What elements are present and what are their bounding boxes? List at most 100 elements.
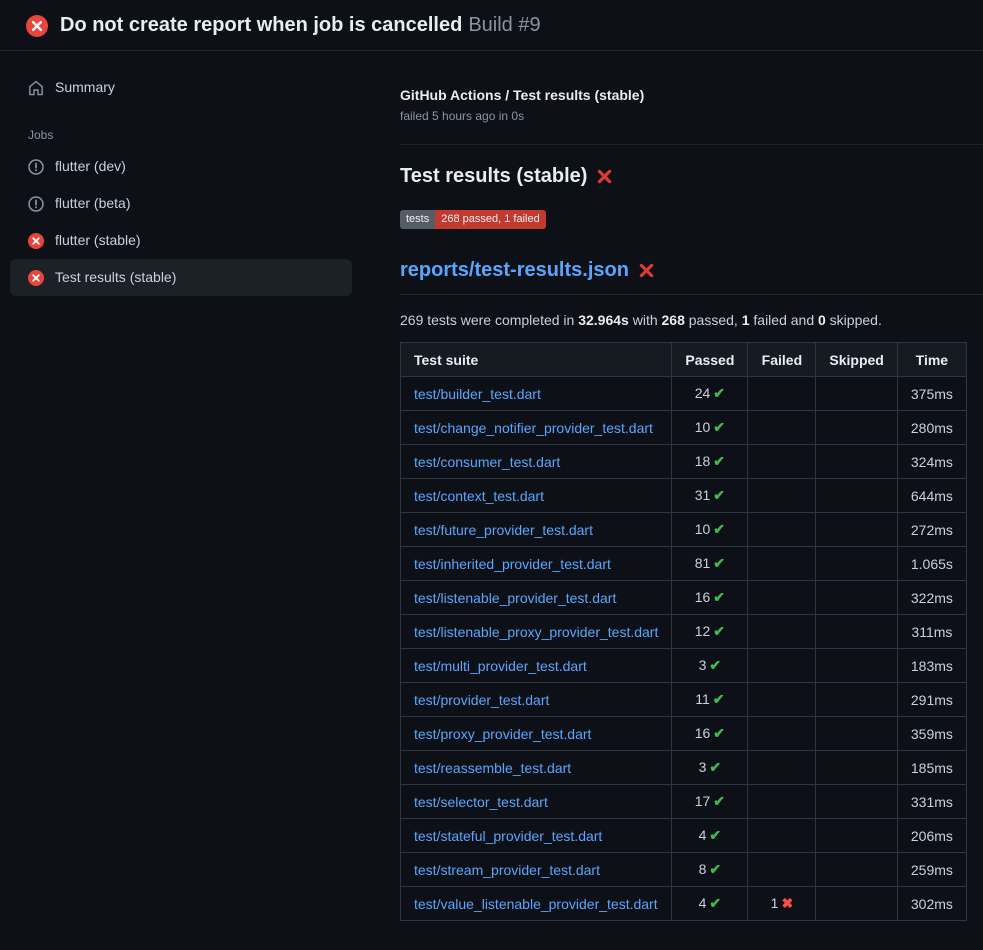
report-link[interactable]: reports/test-results.json [400, 259, 629, 282]
passed-cell: 24✔ [672, 377, 748, 411]
sidebar-item-label: flutter (dev) [55, 158, 126, 175]
suite-cell: test/listenable_proxy_provider_test.dart [401, 615, 672, 649]
skipped-cell [816, 479, 897, 513]
breadcrumb: GitHub Actions / Test results (stable) [400, 87, 983, 103]
suite-link[interactable]: test/selector_test.dart [414, 794, 548, 810]
section-title-text: Test results (stable) [400, 165, 587, 188]
check-icon: ✔ [709, 895, 721, 911]
suite-cell: test/listenable_provider_test.dart [401, 581, 672, 615]
check-icon: ✔ [709, 827, 721, 843]
suite-link[interactable]: test/context_test.dart [414, 488, 544, 504]
col-time: Time [897, 343, 966, 377]
failed-cell [748, 445, 816, 479]
home-icon [28, 80, 44, 96]
suite-link[interactable]: test/provider_test.dart [414, 692, 549, 708]
check-icon: ✔ [713, 487, 725, 503]
time-cell: 322ms [897, 581, 966, 615]
col-test-suite: Test suite [401, 343, 672, 377]
failed-cell [748, 819, 816, 853]
time-cell: 206ms [897, 819, 966, 853]
passed-cell: 3✔ [672, 751, 748, 785]
suite-link[interactable]: test/inherited_provider_test.dart [414, 556, 611, 572]
suite-link[interactable]: test/stream_provider_test.dart [414, 862, 600, 878]
table-row: test/value_listenable_provider_test.dart… [401, 887, 967, 921]
check-icon: ✔ [713, 453, 725, 469]
sidebar-item-flutter-dev[interactable]: flutter (dev) [10, 148, 352, 185]
skipped-cell [816, 887, 897, 921]
col-skipped: Skipped [816, 343, 897, 377]
check-icon: ✔ [709, 759, 721, 775]
table-row: test/listenable_proxy_provider_test.dart… [401, 615, 967, 649]
col-failed: Failed [748, 343, 816, 377]
failed-cell [748, 479, 816, 513]
suite-link[interactable]: test/proxy_provider_test.dart [414, 726, 591, 742]
table-row: test/builder_test.dart24✔375ms [401, 377, 967, 411]
sidebar-item-summary[interactable]: Summary [10, 69, 352, 106]
time-cell: 280ms [897, 411, 966, 445]
failed-cell [748, 377, 816, 411]
table-row: test/change_notifier_provider_test.dart 1… [401, 411, 967, 445]
table-row: test/stream_provider_test.dart8✔259ms [401, 853, 967, 887]
check-icon: ✔ [709, 657, 721, 673]
time-cell: 311ms [897, 615, 966, 649]
passed-cell: 11✔ [672, 683, 748, 717]
sidebar-item-flutter-stable[interactable]: flutter (stable) [10, 222, 352, 259]
passed-cell: 16✔ [672, 581, 748, 615]
table-row: test/inherited_provider_test.dart81✔1.06… [401, 547, 967, 581]
suite-cell: test/future_provider_test.dart [401, 513, 672, 547]
passed-cell: 17✔ [672, 785, 748, 819]
suite-link[interactable]: test/reassemble_test.dart [414, 760, 571, 776]
neutral-status-icon [28, 159, 44, 175]
table-row: test/consumer_test.dart18✔324ms [401, 445, 967, 479]
tests-badge: tests 268 passed, 1 failed [400, 210, 546, 229]
passed-cell: 4✔ [672, 819, 748, 853]
sidebar-item-label: flutter (stable) [55, 232, 141, 249]
check-icon: ✔ [713, 419, 725, 435]
failed-cell [748, 717, 816, 751]
skipped-cell [816, 853, 897, 887]
suite-link[interactable]: test/listenable_provider_test.dart [414, 590, 616, 606]
suite-link[interactable]: test/stateful_provider_test.dart [414, 828, 602, 844]
check-icon: ✔ [713, 385, 725, 401]
suite-link[interactable]: test/listenable_proxy_provider_test.dart [414, 624, 658, 640]
table-row: test/future_provider_test.dart10✔272ms [401, 513, 967, 547]
failed-cell [748, 853, 816, 887]
suite-link[interactable]: test/future_provider_test.dart [414, 522, 593, 538]
passed-cell: 10✔ [672, 411, 748, 445]
skipped-cell [816, 785, 897, 819]
suite-link[interactable]: test/consumer_test.dart [414, 454, 560, 470]
main-content: GitHub Actions / Test results (stable) f… [400, 51, 983, 921]
skipped-cell [816, 819, 897, 853]
passed-cell: 4✔ [672, 887, 748, 921]
suite-cell: test/multi_provider_test.dart [401, 649, 672, 683]
failed-cell [748, 581, 816, 615]
suite-cell: test/proxy_provider_test.dart [401, 717, 672, 751]
passed-cell: 81✔ [672, 547, 748, 581]
skipped-cell [816, 751, 897, 785]
divider [400, 144, 983, 145]
suite-link[interactable]: test/change_notifier_provider_test.dart [414, 420, 653, 436]
suite-cell: test/selector_test.dart [401, 785, 672, 819]
check-icon: ✔ [713, 623, 725, 639]
skipped-cell [816, 581, 897, 615]
failed-cell [748, 411, 816, 445]
sidebar: Summary Jobs flutter (dev) flutter (beta… [0, 51, 400, 296]
skipped-cell [816, 445, 897, 479]
neutral-status-icon [28, 196, 44, 212]
time-cell: 324ms [897, 445, 966, 479]
check-icon: ✔ [709, 861, 721, 877]
suite-link[interactable]: test/value_listenable_provider_test.dart [414, 896, 658, 912]
table-row: test/context_test.dart31✔644ms [401, 479, 967, 513]
passed-cell: 10✔ [672, 513, 748, 547]
table-row: test/reassemble_test.dart3✔185ms [401, 751, 967, 785]
table-row: test/provider_test.dart11✔291ms [401, 683, 967, 717]
suite-link[interactable]: test/builder_test.dart [414, 386, 541, 402]
suite-link[interactable]: test/multi_provider_test.dart [414, 658, 587, 674]
skipped-cell [816, 411, 897, 445]
passed-cell: 16✔ [672, 717, 748, 751]
badge-label: tests [400, 210, 435, 229]
sidebar-item-flutter-beta[interactable]: flutter (beta) [10, 185, 352, 222]
sidebar-item-test-results-stable[interactable]: Test results (stable) [10, 259, 352, 296]
skipped-cell [816, 649, 897, 683]
time-cell: 302ms [897, 887, 966, 921]
